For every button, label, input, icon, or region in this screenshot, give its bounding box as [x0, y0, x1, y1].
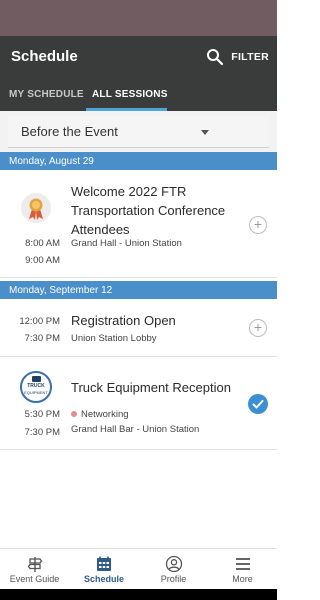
nav-label: Schedule: [83, 574, 124, 584]
logo-text: TRUCK: [27, 383, 45, 389]
page-title: Schedule: [11, 48, 78, 65]
search-icon[interactable]: [205, 47, 225, 67]
session-track: Networking: [71, 409, 129, 420]
session-start-time: 5:30 PM: [24, 409, 60, 420]
track-color-dot: [71, 411, 77, 417]
track-label: Networking: [81, 409, 129, 420]
added-checkmark-button[interactable]: [248, 394, 268, 414]
schedule-tabs: MY SCHEDULE ALL SESSIONS: [0, 78, 277, 111]
session-location: Grand Hall - Union Station: [71, 238, 182, 249]
nav-more[interactable]: More: [208, 549, 277, 590]
session-end-time: 7:30 PM: [24, 427, 60, 438]
system-navigation-bar: [0, 589, 277, 600]
menu-icon: [235, 558, 250, 570]
period-dropdown[interactable]: Before the Event: [8, 116, 269, 148]
truck-icon: [32, 376, 41, 382]
nav-profile[interactable]: Profile: [139, 549, 208, 590]
session-start-time: 12:00 PM: [19, 316, 60, 327]
logo-text: EQUIPMENT: [24, 390, 48, 395]
nav-label: Profile: [160, 574, 187, 584]
date-header: Monday, August 29: [0, 152, 277, 170]
add-to-schedule-button[interactable]: +: [249, 319, 267, 337]
session-row[interactable]: Registration Open 12:00 PM Union Station…: [0, 299, 277, 357]
nav-schedule[interactable]: Schedule: [69, 549, 139, 590]
nav-label: More: [232, 574, 253, 584]
session-end-time: 7:30 PM: [24, 333, 60, 344]
truck-equipment-logo: TRUCK EQUIPMENT: [20, 371, 52, 403]
add-to-schedule-button[interactable]: +: [249, 216, 267, 234]
signpost-icon: [27, 557, 42, 572]
chevron-down-icon: [201, 130, 209, 135]
award-ribbon-icon: [21, 193, 51, 223]
period-dropdown-value: Before the Event: [21, 124, 118, 139]
period-selector-bar: Before the Event: [0, 111, 277, 152]
calendar-icon: [97, 556, 111, 571]
app-bar: Schedule FILTER: [0, 36, 277, 78]
tab-my-schedule[interactable]: MY SCHEDULE: [9, 89, 84, 100]
filter-button[interactable]: FILTER: [231, 51, 269, 63]
session-row[interactable]: Welcome 2022 FTR Transportation Conferen…: [0, 170, 277, 278]
nav-event-guide[interactable]: Event Guide: [0, 549, 69, 590]
session-title: Registration Open: [71, 313, 176, 328]
profile-icon: [165, 555, 182, 573]
bottom-navigation: Event Guide Schedule Profile More: [0, 548, 277, 589]
tab-all-sessions[interactable]: ALL SESSIONS: [92, 89, 168, 100]
status-bar: [0, 0, 277, 36]
session-end-time: 9:00 AM: [25, 255, 60, 266]
nav-label: Event Guide: [9, 574, 60, 584]
session-title: Welcome 2022 FTR Transportation Conferen…: [71, 184, 226, 237]
session-location: Grand Hall Bar - Union Station: [71, 424, 200, 435]
session-start-time: 8:00 AM: [25, 238, 60, 249]
date-header: Monday, September 12: [0, 281, 277, 299]
session-title: Truck Equipment Reception: [71, 380, 231, 395]
session-row[interactable]: TRUCK EQUIPMENT Truck Equipment Receptio…: [0, 358, 277, 450]
session-location: Union Station Lobby: [71, 333, 157, 344]
check-icon: [252, 400, 264, 409]
